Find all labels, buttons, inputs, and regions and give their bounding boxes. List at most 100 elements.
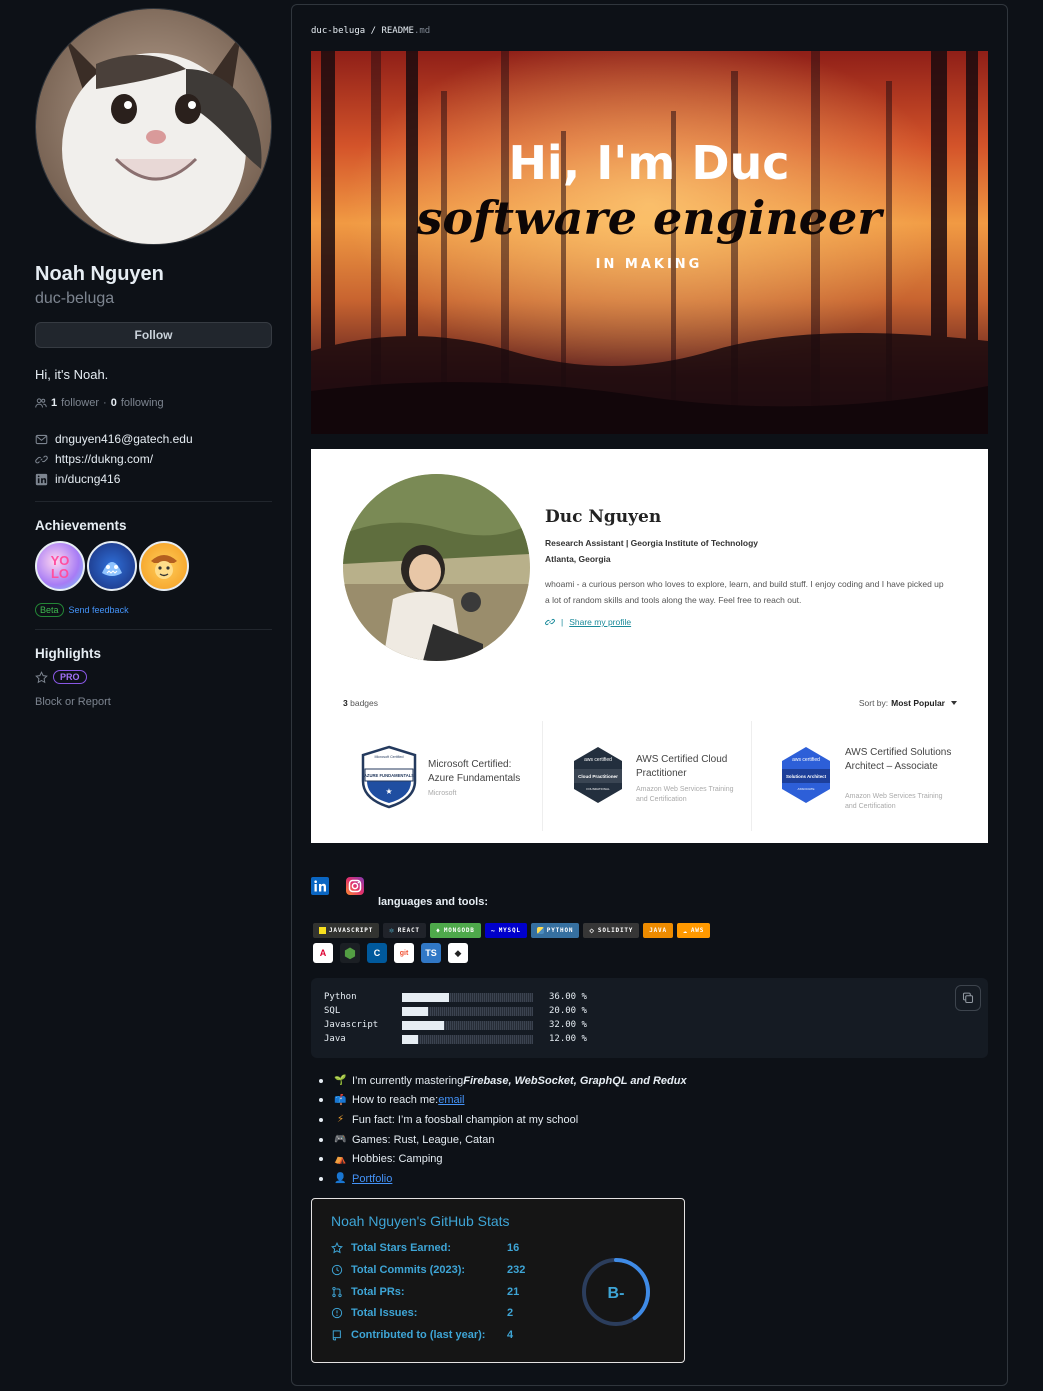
aws-cloud-practitioner-badge-icon: aws certified Cloud Practitioner FOUNDAT… <box>574 747 622 803</box>
stat-value: 4 <box>507 1329 514 1342</box>
email-link[interactable]: email <box>438 1094 464 1106</box>
badge-issuer: Amazon Web Services Training and Certifi… <box>845 793 943 810</box>
tool-tiles: A ⬢ C git TS ◆ <box>313 943 468 963</box>
send-feedback-link[interactable]: Send feedback <box>69 605 129 615</box>
angular-icon[interactable]: A <box>313 943 333 963</box>
python-badge[interactable]: PYTHON <box>530 923 580 938</box>
caret-down-icon <box>951 701 957 705</box>
block-report-link[interactable]: Block or Report <box>35 696 272 708</box>
mail-icon <box>35 434 48 444</box>
seedling-icon: 🌱 <box>334 1075 347 1087</box>
language-percent: 32.00 % <box>549 1020 587 1030</box>
stat-label: Total Commits (2023): <box>351 1263 466 1276</box>
mysql-badge[interactable]: ~ MYSQL <box>484 923 527 938</box>
about-list: 🌱 I’m currently mastering Firebase, WebSo… <box>319 1071 687 1189</box>
svg-text:Cloud Practitioner: Cloud Practitioner <box>578 774 618 779</box>
star-icon <box>331 1242 343 1254</box>
card-name: Duc Nguyen <box>545 507 662 527</box>
stat-label: Contributed to (last year): <box>351 1329 486 1342</box>
nodejs-icon[interactable]: ⬢ <box>340 943 360 963</box>
followers-count[interactable]: 1 <box>51 397 57 409</box>
sort-value[interactable]: Most Popular <box>891 698 945 708</box>
email-item[interactable]: dnguyen416@gatech.edu <box>35 429 272 449</box>
java-badge[interactable]: JAVA <box>643 923 673 938</box>
sort-dropdown[interactable]: Sort by: Most Popular <box>859 698 960 708</box>
badge-issuer: Microsoft <box>428 790 457 797</box>
following-label[interactable]: following <box>121 397 164 409</box>
badge-title[interactable]: AWS Certified Solutions Architect – Asso… <box>845 746 955 774</box>
instagram-icon[interactable] <box>346 877 364 895</box>
mailbox-icon: 📫 <box>334 1094 347 1106</box>
linkedin-icon[interactable] <box>311 877 329 895</box>
readme-panel: duc-beluga / README.md Hi, I'm Duc softw… <box>291 4 1008 1386</box>
badge-cell[interactable]: Microsoft Certified AZURE FUNDAMENTALS ★… <box>343 721 543 831</box>
link-icon <box>545 618 555 626</box>
sort-prefix: Sort by: <box>858 698 889 708</box>
list-item: ⛺ Hobbies: Camping <box>319 1149 687 1169</box>
badge-title[interactable]: Microsoft Certified: Azure Fundamentals <box>428 758 538 786</box>
email-text[interactable]: dnguyen416@gatech.edu <box>55 432 193 446</box>
language-bar <box>402 1006 533 1016</box>
quickdraw-achievement-icon[interactable] <box>139 541 189 591</box>
follow-button[interactable]: Follow <box>35 322 272 348</box>
svg-text:FOUNDATIONAL: FOUNDATIONAL <box>586 787 610 791</box>
card-location: Atlanta, Georgia <box>545 554 611 564</box>
svg-text:aws certified: aws certified <box>584 757 612 763</box>
badge-issuer: Amazon Web Services Training and Certifi… <box>636 786 734 803</box>
javascript-badge[interactable]: JAVASCRIPT <box>313 923 380 938</box>
linkedin-link[interactable]: in/ducng416 <box>55 472 120 486</box>
list-item: 👤 Portfolio <box>319 1169 687 1189</box>
badge-cell[interactable]: aws certified Cloud Practitioner FOUNDAT… <box>544 721 752 831</box>
following-count[interactable]: 0 <box>111 397 117 409</box>
aws-badge[interactable]: ☁ AWS <box>676 923 711 938</box>
sidebar-divider <box>35 501 272 502</box>
stat-row: Total Stars Earned: 16 <box>331 1242 519 1254</box>
languages-tools-heading: languages and tools: <box>378 896 489 908</box>
stat-value: 16 <box>507 1242 520 1254</box>
git-icon[interactable]: git <box>394 943 414 963</box>
unity-icon[interactable]: ◆ <box>448 943 468 963</box>
website-link[interactable]: https://dukng.com/ <box>55 452 153 466</box>
stat-value: 21 <box>507 1285 520 1298</box>
react-badge[interactable]: ⚛ REACT <box>383 923 426 938</box>
python-icon <box>536 927 544 934</box>
person-icon: 👤 <box>334 1173 347 1185</box>
badge-title[interactable]: AWS Certified Cloud Practitioner <box>636 753 746 781</box>
repo-icon <box>332 1330 341 1341</box>
solidity-icon: ◇ <box>589 926 595 935</box>
stat-value: 2 <box>507 1307 514 1320</box>
list-item: 🎮 Games: Rust, League, Catan <box>319 1130 687 1150</box>
avatar[interactable] <box>35 8 272 245</box>
breadcrumb-repo[interactable]: duc-beluga <box>311 26 365 36</box>
badge-cell[interactable]: aws certified Solutions Architect ASSOCI… <box>753 721 963 831</box>
grade-ring: B- <box>582 1258 650 1326</box>
language-row: Java 12.00 % <box>324 1033 587 1045</box>
copy-button[interactable] <box>955 985 981 1011</box>
github-stats-card: Noah Nguyen's GitHub Stats Total Stars E… <box>311 1198 685 1363</box>
pull-request-icon <box>332 1286 342 1297</box>
react-icon: ⚛ <box>389 926 395 935</box>
mongodb-badge[interactable]: ♦ MONGODB <box>429 923 481 938</box>
website-item[interactable]: https://dukng.com/ <box>35 449 272 469</box>
stat-label: Total Issues: <box>351 1307 418 1320</box>
card-role: Research Assistant | Georgia Institute o… <box>545 538 759 548</box>
aws-solutions-architect-badge-icon: aws certified Solutions Architect ASSOCI… <box>782 747 830 803</box>
issue-icon <box>331 1308 343 1319</box>
social-links <box>311 877 364 895</box>
beta-badge: Beta <box>35 603 64 617</box>
typescript-icon[interactable]: TS <box>421 943 441 963</box>
followers-label[interactable]: follower <box>61 397 99 409</box>
banner-subtitle: software engineer <box>415 191 885 245</box>
c-lang-icon[interactable]: C <box>367 943 387 963</box>
readme-banner: Hi, I'm Duc software engineer IN MAKING <box>311 51 988 434</box>
linkedin-item[interactable]: in/ducng416 <box>35 469 272 489</box>
share-profile-link[interactable]: Share my profile <box>569 617 631 627</box>
list-item: 🌱 I’m currently mastering Firebase, WebSo… <box>319 1071 687 1091</box>
pro-badge: PRO <box>53 670 87 684</box>
yolo-achievement-icon[interactable]: YO LO <box>35 541 85 591</box>
highlights-row: PRO <box>35 670 272 684</box>
solidity-badge[interactable]: ◇ SOLIDITY <box>583 923 640 938</box>
portfolio-link[interactable]: Portfolio <box>352 1173 392 1185</box>
pull-shark-achievement-icon[interactable] <box>87 541 137 591</box>
achievements-heading[interactable]: Achievements <box>35 518 272 533</box>
